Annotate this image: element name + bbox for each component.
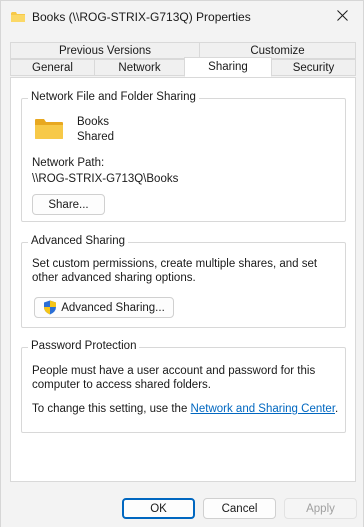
- network-sharing-group: Network File and Folder Sharing Books Sh…: [21, 91, 346, 222]
- close-icon: [336, 10, 348, 24]
- uac-shield-icon: [43, 300, 57, 315]
- network-path-value: \\ROG-STRIX-G713Q\Books: [32, 173, 179, 185]
- dialog-footer: OK Cancel Apply: [1, 487, 363, 527]
- share-button[interactable]: Share...: [32, 194, 105, 215]
- group-title: Password Protection: [28, 340, 140, 352]
- tab-previous-versions[interactable]: Previous Versions: [10, 42, 200, 59]
- password-protection-description: People must have a user account and pass…: [32, 365, 316, 391]
- share-status: Shared: [77, 131, 115, 143]
- tab-sharing[interactable]: Sharing: [184, 57, 272, 77]
- title-bar[interactable]: Books (\\ROG-STRIX-G713Q) Properties: [1, 1, 363, 33]
- ok-button[interactable]: OK: [122, 498, 195, 519]
- change-setting-suffix: .: [335, 403, 339, 415]
- group-title: Advanced Sharing: [28, 235, 128, 247]
- advanced-sharing-button-label: Advanced Sharing...: [61, 301, 165, 314]
- change-setting-text: To change this setting, use the Network …: [32, 402, 338, 416]
- advanced-sharing-button[interactable]: Advanced Sharing...: [34, 297, 174, 318]
- advanced-sharing-group: Advanced Sharing Set custom permissions,…: [21, 235, 346, 328]
- sharing-tab-panel: Network File and Folder Sharing Books Sh…: [10, 77, 356, 482]
- folder-icon: [11, 11, 25, 23]
- cancel-button[interactable]: Cancel: [203, 498, 276, 519]
- change-setting-prefix: To change this setting, use the: [32, 403, 191, 415]
- tab-security[interactable]: Security: [271, 59, 356, 76]
- advanced-sharing-description: Set custom permissions, create multiple …: [32, 258, 318, 284]
- group-title: Network File and Folder Sharing: [28, 91, 199, 103]
- network-path-label: Network Path:: [32, 157, 105, 169]
- tab-general[interactable]: General: [10, 59, 95, 76]
- network-sharing-center-link[interactable]: Network and Sharing Center: [191, 403, 335, 415]
- tab-strip: Previous Versions Customize General Netw…: [10, 42, 356, 78]
- close-button[interactable]: [321, 1, 363, 33]
- password-protection-group: Password Protection People must have a u…: [21, 340, 346, 433]
- properties-window: Books (\\ROG-STRIX-G713Q) Properties Pre…: [0, 0, 364, 527]
- apply-button[interactable]: Apply: [284, 498, 357, 519]
- folder-icon: [34, 117, 64, 141]
- window-title: Books (\\ROG-STRIX-G713Q) Properties: [32, 10, 251, 24]
- tab-network[interactable]: Network: [94, 59, 185, 76]
- folder-name: Books: [77, 116, 109, 128]
